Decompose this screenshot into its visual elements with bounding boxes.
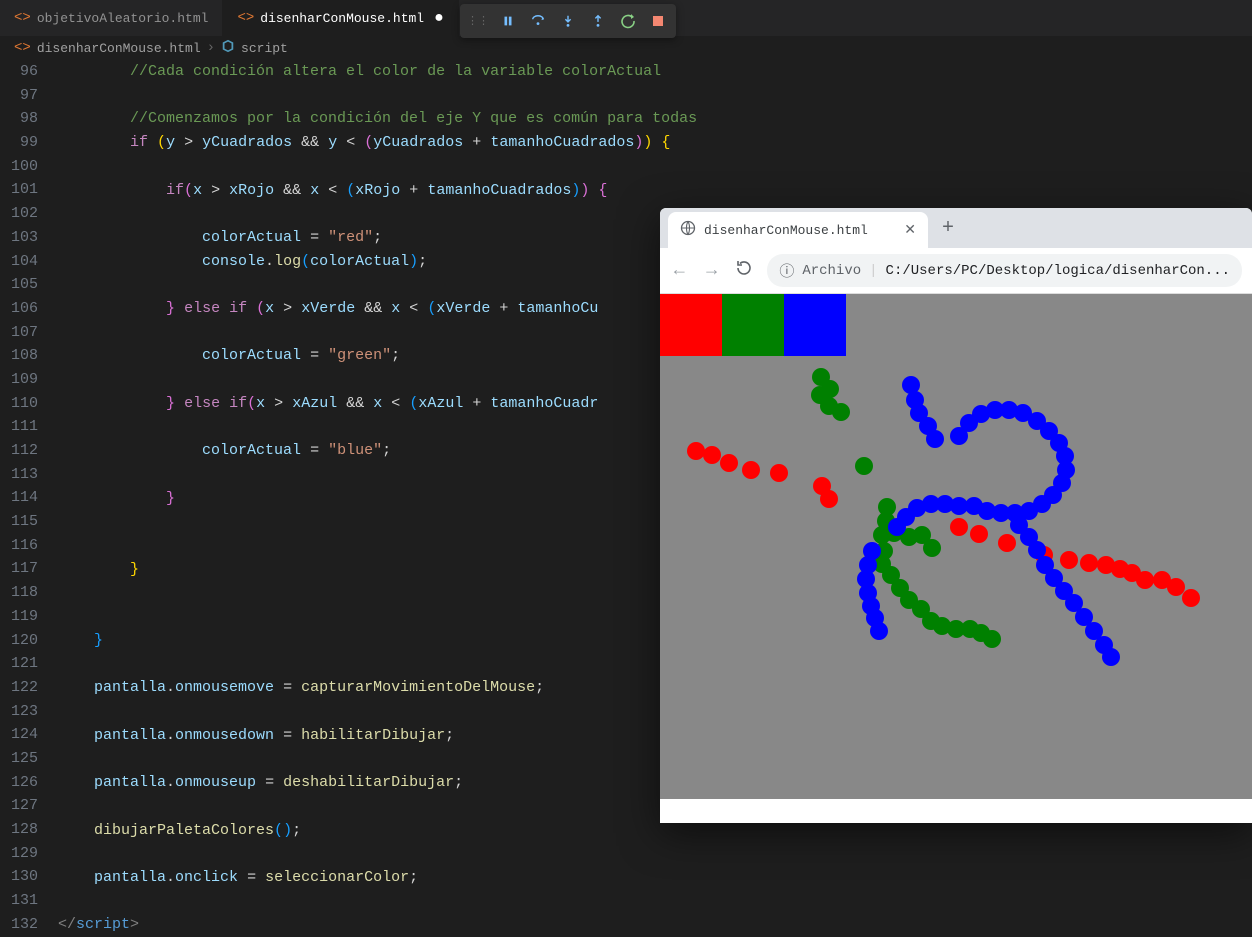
browser-tab-strip: disenharConMouse.html ✕ + [660, 208, 1252, 248]
close-icon[interactable]: ✕ [904, 222, 916, 239]
chevron-right-icon: › [207, 40, 215, 56]
drawn-dot [1080, 554, 1098, 572]
drawn-dot [970, 525, 988, 543]
editor-tab-active[interactable]: <> disenharConMouse.html ● [223, 0, 458, 36]
drawn-dot [870, 622, 888, 640]
palette-blue[interactable] [784, 294, 846, 356]
drawn-dot [998, 534, 1016, 552]
drawn-dot [1182, 589, 1200, 607]
dirty-indicator-icon: ● [434, 9, 444, 27]
drawn-dot [923, 539, 941, 557]
addr-label: Archivo [802, 263, 861, 279]
breadcrumb-symbol[interactable]: script [241, 41, 288, 56]
drawn-dot [703, 446, 721, 464]
debug-step-over-button[interactable] [524, 8, 552, 34]
line-gutter: 9697989910010110210310410510610710810911… [0, 60, 58, 937]
drawn-dot [1102, 648, 1120, 666]
drawn-dot [1136, 571, 1154, 589]
addr-path: C:/Users/PC/Desktop/logica/disenharCon..… [886, 263, 1230, 279]
globe-icon [680, 220, 696, 240]
drag-grip-icon[interactable]: ⋮⋮ [464, 8, 492, 34]
drawn-dot [888, 518, 906, 536]
drawn-dot [855, 457, 873, 475]
drawn-dot [983, 630, 1001, 648]
debug-toolbar[interactable]: ⋮⋮ [460, 4, 676, 38]
separator: | [869, 263, 877, 279]
editor-tab-inactive[interactable]: <> objetivoAleatorio.html [0, 0, 223, 36]
palette-green[interactable] [722, 294, 784, 356]
html-file-icon: <> [14, 40, 31, 56]
new-tab-button[interactable]: + [932, 213, 964, 248]
address-bar[interactable]: ⓘ Archivo | C:/Users/PC/Desktop/logica/d… [767, 254, 1242, 287]
debug-step-into-button[interactable] [554, 8, 582, 34]
html-file-icon: <> [237, 10, 254, 26]
drawn-dot [950, 518, 968, 536]
browser-toolbar: ← → ⓘ Archivo | C:/Users/PC/Desktop/logi… [660, 248, 1252, 294]
debug-pause-button[interactable] [494, 8, 522, 34]
drawn-dot [770, 464, 788, 482]
drawn-dot [820, 490, 838, 508]
browser-window: disenharConMouse.html ✕ + ← → ⓘ Archivo … [660, 208, 1252, 823]
reload-button[interactable] [735, 259, 753, 283]
browser-tab-title: disenharConMouse.html [704, 223, 868, 238]
info-icon[interactable]: ⓘ [779, 260, 794, 281]
drawn-dot [926, 430, 944, 448]
tab-label: objetivoAleatorio.html [37, 11, 209, 26]
debug-restart-button[interactable] [614, 8, 642, 34]
forward-button[interactable]: → [702, 261, 720, 281]
debug-step-out-button[interactable] [584, 8, 612, 34]
html-file-icon: <> [14, 10, 31, 26]
back-button[interactable]: ← [670, 261, 688, 281]
drawn-dot [1060, 551, 1078, 569]
code-content[interactable]: //Cada condición altera el color de la v… [58, 60, 697, 937]
drawn-dot [742, 461, 760, 479]
drawing-canvas[interactable] [660, 294, 1252, 799]
browser-viewport [660, 294, 1252, 823]
breadcrumb-file[interactable]: disenharConMouse.html [37, 41, 201, 56]
debug-stop-button[interactable] [644, 8, 672, 34]
breadcrumb: <> disenharConMouse.html › script [0, 36, 1252, 60]
browser-tab[interactable]: disenharConMouse.html ✕ [668, 212, 928, 248]
drawn-dot [687, 442, 705, 460]
symbol-icon [221, 39, 235, 57]
drawn-dot [832, 403, 850, 421]
drawn-dot [720, 454, 738, 472]
tab-label: disenharConMouse.html [260, 11, 424, 26]
palette-red[interactable] [660, 294, 722, 356]
